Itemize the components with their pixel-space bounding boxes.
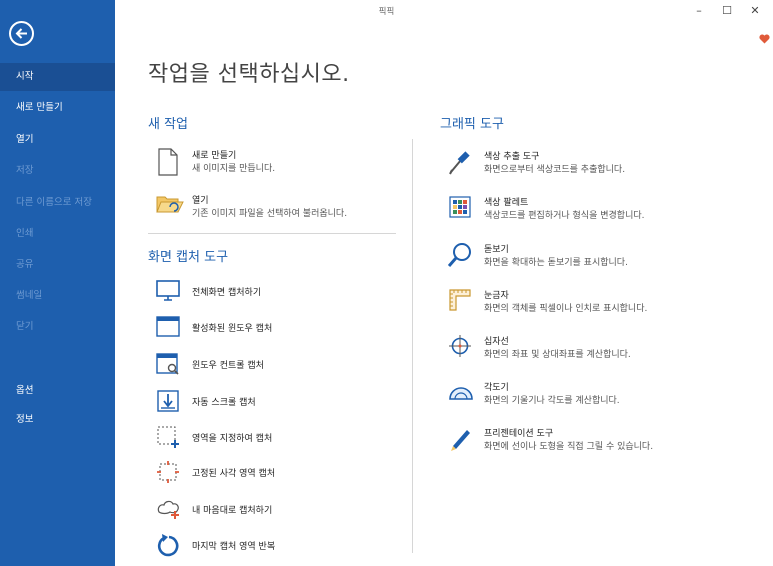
close-button[interactable]: ✕ [746, 2, 764, 20]
open-image-desc: 기존 이미지 파일을 선택하여 불러옵니다. [192, 209, 348, 219]
tool-crosshair[interactable]: 십자선 화면의 좌표 및 상대좌표를 계산합니다. [448, 334, 748, 364]
capture-tools-title: 화면 캡처 도구 [148, 250, 229, 265]
capture-fullscreen[interactable]: 전체화면 캡처하기 [156, 279, 396, 303]
capture-repeat-last-label: 마지막 캡처 영역 반복 [192, 542, 276, 552]
tool-presentation[interactable]: 프리젠테이션 도구 화면에 선이나 도형을 직접 그릴 수 있습니다. [448, 426, 748, 456]
capture-fixed-region-label: 고정된 사각 영역 캡처 [192, 469, 276, 479]
active-window-capture-icon [156, 315, 180, 339]
minimize-button[interactable]: – [690, 2, 708, 20]
capture-window-control-label: 윈도우 컨트롤 캡처 [192, 361, 264, 371]
sidebar-item-print[interactable]: 인쇄 [0, 220, 115, 248]
capture-repeat-last[interactable]: 마지막 캡처 영역 반복 [156, 533, 396, 557]
tool-ruler[interactable]: 눈금자 화면의 객체를 픽셀이나 인치로 표시합니다. [448, 288, 748, 318]
new-image-item[interactable]: 새로 만들기 새 이미지를 만듭니다. [156, 148, 396, 178]
sidebar-item-info[interactable]: 정보 [0, 406, 115, 434]
tool-color-palette-title: 색상 팔레트 [484, 198, 529, 208]
sidebar-item-start[interactable]: 시작 [0, 63, 115, 91]
freehand-capture-icon [156, 497, 180, 521]
magnifier-icon [447, 242, 472, 267]
sidebar: 시작 새로 만들기 열기 저장 다른 이름으로 저장 인쇄 공유 썸네일 닫기 … [0, 0, 115, 566]
page-heading: 작업을 선택하십시오. [148, 62, 350, 87]
tool-magnifier-desc: 화면을 확대하는 돋보기를 표시합니다. [484, 258, 628, 268]
capture-auto-scroll[interactable]: 자동 스크롤 캡처 [156, 389, 396, 413]
region-capture-icon [156, 425, 180, 449]
tool-presentation-title: 프리젠테이션 도구 [484, 429, 554, 439]
capture-auto-scroll-label: 자동 스크롤 캡처 [192, 398, 256, 408]
tool-color-picker-desc: 화면으로부터 색상코드를 추출합니다. [484, 165, 626, 175]
tool-crosshair-desc: 화면의 좌표 및 상대좌표를 계산합니다. [484, 350, 631, 360]
capture-window-control[interactable]: 윈도우 컨트롤 캡처 [156, 352, 396, 376]
capture-region-label: 영역을 지정하여 캡처 [192, 434, 273, 444]
open-image-item[interactable]: 열기 기존 이미지 파일을 선택하여 불러옵니다. [156, 193, 396, 223]
sidebar-item-thumbnail[interactable]: 썸네일 [0, 282, 115, 310]
new-task-title: 새 작업 [148, 117, 189, 132]
capture-active-window[interactable]: 활성화된 윈도우 캡처 [156, 315, 396, 339]
tool-magnifier-title: 돋보기 [484, 245, 509, 255]
capture-active-window-label: 활성화된 윈도우 캡처 [192, 324, 273, 334]
capture-fixed-region[interactable]: 고정된 사각 영역 캡처 [156, 460, 396, 484]
tool-protractor-title: 각도기 [484, 383, 509, 393]
ruler-icon [448, 288, 472, 312]
window-control-capture-icon [156, 352, 180, 376]
repeat-capture-icon [156, 533, 180, 557]
new-image-title: 새로 만들기 [192, 151, 237, 161]
heart-icon[interactable] [759, 29, 770, 48]
eyedropper-icon [448, 149, 472, 175]
tool-ruler-title: 눈금자 [484, 291, 509, 301]
presentation-pen-icon [448, 426, 472, 451]
sidebar-item-open[interactable]: 열기 [0, 126, 115, 154]
protractor-icon [448, 380, 473, 404]
window-title: 픽픽 [378, 7, 395, 17]
fullscreen-capture-icon [156, 279, 180, 303]
capture-freehand-label: 내 마음대로 캡처하기 [192, 506, 273, 516]
sidebar-item-share[interactable]: 공유 [0, 251, 115, 279]
capture-fullscreen-label: 전체화면 캡처하기 [192, 288, 262, 298]
scroll-capture-icon [156, 389, 180, 413]
sidebar-item-save[interactable]: 저장 [0, 157, 115, 185]
sidebar-item-close[interactable]: 닫기 [0, 313, 115, 341]
sidebar-item-options[interactable]: 옵션 [0, 377, 115, 405]
back-arrow-icon[interactable] [9, 21, 34, 46]
tool-color-picker-title: 색상 추출 도구 [484, 152, 540, 162]
palette-icon [448, 195, 472, 219]
open-image-title: 열기 [192, 196, 209, 206]
open-folder-icon [156, 193, 184, 217]
sidebar-item-new[interactable]: 새로 만들기 [0, 94, 115, 122]
maximize-button[interactable]: ☐ [718, 2, 736, 20]
capture-freehand[interactable]: 내 마음대로 캡처하기 [156, 497, 396, 521]
tool-ruler-desc: 화면의 객체를 픽셀이나 인치로 표시합니다. [484, 304, 648, 314]
tool-crosshair-title: 십자선 [484, 337, 509, 347]
tool-protractor[interactable]: 각도기 화면의 기울기나 각도를 계산합니다. [448, 380, 748, 410]
tool-color-picker[interactable]: 색상 추출 도구 화면으로부터 색상코드를 추출합니다. [448, 149, 748, 179]
graphics-tools-title: 그래픽 도구 [440, 117, 504, 132]
tool-color-palette[interactable]: 색상 팔레트 색상코드를 편집하거나 형식을 변경합니다. [448, 195, 748, 225]
tool-magnifier[interactable]: 돋보기 화면을 확대하는 돋보기를 표시합니다. [447, 242, 748, 272]
tool-color-palette-desc: 색상코드를 편집하거나 형식을 변경합니다. [484, 211, 645, 221]
sidebar-item-save-as[interactable]: 다른 이름으로 저장 [0, 189, 115, 217]
new-document-icon [156, 148, 180, 176]
fixed-region-capture-icon [156, 460, 180, 484]
capture-region[interactable]: 영역을 지정하여 캡처 [156, 425, 396, 449]
section-divider [148, 233, 396, 234]
column-divider [412, 139, 413, 553]
tool-presentation-desc: 화면에 선이나 도형을 직접 그릴 수 있습니다. [484, 442, 654, 452]
crosshair-icon [448, 334, 472, 358]
tool-protractor-desc: 화면의 기울기나 각도를 계산합니다. [484, 396, 620, 406]
new-image-desc: 새 이미지를 만듭니다. [192, 164, 276, 174]
